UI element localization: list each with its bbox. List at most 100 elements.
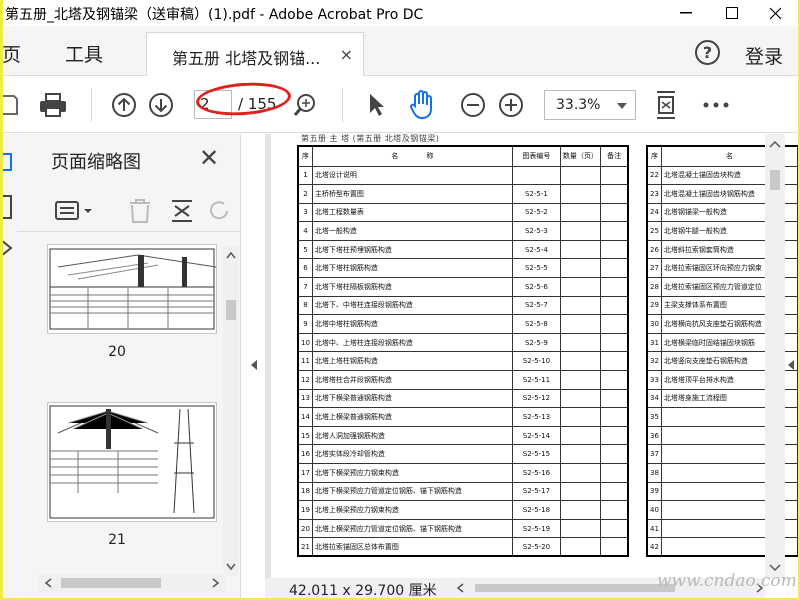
table-cell <box>599 518 629 539</box>
zoom-in-button[interactable] <box>496 90 526 120</box>
table-cell: 19 <box>297 500 313 520</box>
thumbnail-page-20[interactable] <box>47 244 217 334</box>
tab-document[interactable]: 第五册 北塔及钢锚... × <box>146 32 364 77</box>
save-button[interactable] <box>3 90 19 120</box>
table-row: 14 北塔上横梁普通钢筋构造 S2-5-13 <box>297 407 629 427</box>
expand-right-panel-arrow-icon[interactable] <box>788 360 794 370</box>
fit-page-icon <box>657 91 675 119</box>
table-cell: 41 <box>646 518 662 539</box>
title-bar: 第五册_北塔及钢锚梁（送审稿）(1).pdf - Adobe Acrobat P… <box>3 0 798 26</box>
zoom-tool-button[interactable] <box>290 90 320 120</box>
table-cell <box>559 500 601 520</box>
table-cell: 31 <box>646 332 662 353</box>
table-cell: 北塔人洞加强钢筋构造 <box>311 425 513 446</box>
close-window-button[interactable] <box>752 0 798 26</box>
pages-panel-icon[interactable] <box>3 134 17 274</box>
document-scrollbar[interactable] <box>765 134 785 578</box>
table-cell: 北塔工程数量表 <box>311 202 513 223</box>
more-tools-button[interactable] <box>701 90 731 120</box>
table-cell: S2-5-12 <box>511 388 561 409</box>
table-cell <box>599 202 629 223</box>
tab-tools[interactable]: 工具 <box>65 40 103 67</box>
table-cell: 8 <box>297 295 313 316</box>
hand-tool-button[interactable] <box>405 90 439 120</box>
maximize-button[interactable] <box>709 0 755 26</box>
scrollbar-thumb[interactable] <box>226 300 236 320</box>
table-cell: 30 <box>646 314 662 334</box>
table-row: 12 北塔塔柱合并段钢筋构造 S2-5-11 <box>297 370 629 390</box>
table-cell: S2-5-15 <box>511 444 561 464</box>
table-cell <box>559 537 601 557</box>
help-icon[interactable]: ? <box>695 40 720 65</box>
table-cell <box>559 295 601 316</box>
column-header: 备注 <box>599 145 629 167</box>
table-cell: 北塔设计说明 <box>311 165 513 186</box>
previous-page-button[interactable] <box>109 90 139 120</box>
table-cell: 26 <box>646 239 662 260</box>
tab-home[interactable]: 主页 <box>3 40 21 67</box>
table-cell: 42 <box>646 537 662 557</box>
table-cell: 20 <box>297 518 313 539</box>
chevron-down-icon <box>617 103 627 109</box>
table-cell: S2-5-18 <box>511 500 561 520</box>
fit-page-button[interactable] <box>651 90 681 120</box>
minimize-icon <box>680 12 692 14</box>
table-cell: 36 <box>646 425 662 446</box>
table-row: 15 北塔人洞加强钢筋构造 S2-5-14 <box>297 425 629 446</box>
collapse-panel-arrow-icon[interactable] <box>251 360 257 370</box>
table-cell: 北塔下塔柱隔板钢筋构造 <box>311 277 513 297</box>
table-header-row: 序 名 称 图表编号 数量（页） 备注 <box>297 145 629 167</box>
table-cell: S2-5-11 <box>511 370 561 390</box>
scrollbar-thumb[interactable] <box>770 170 780 190</box>
table-cell: 14 <box>297 407 313 427</box>
arrow-down-circle-icon <box>149 93 173 117</box>
next-page-button[interactable] <box>146 90 176 120</box>
table-row: 9 北塔中塔柱钢筋构造 S2-5-8 <box>297 314 629 334</box>
close-panel-icon[interactable]: ✕ <box>199 144 219 172</box>
table-cell <box>559 444 601 464</box>
column-header: 序 <box>646 145 662 167</box>
scrollbar-thumb[interactable] <box>61 578 161 588</box>
trash-icon[interactable] <box>127 198 153 224</box>
table-cell: S2-5-3 <box>511 221 561 241</box>
close-tab-icon[interactable]: × <box>340 45 353 64</box>
table-row: 1 北塔设计说明 <box>297 165 629 186</box>
table-cell: 37 <box>646 444 662 464</box>
login-button[interactable]: 登录 <box>745 42 783 69</box>
rotate-icon[interactable] <box>207 198 233 224</box>
table-cell: 17 <box>297 463 313 483</box>
zoom-out-button[interactable] <box>458 90 488 120</box>
table-cell: 21 <box>297 537 313 557</box>
table-cell: 23 <box>646 184 662 204</box>
table-cell: 北塔实体段冷却管构造 <box>311 444 513 464</box>
table-cell: 北塔下横梁预应力管道定位钢筋、锚下钢筋构造 <box>311 481 513 502</box>
table-cell <box>599 500 629 520</box>
table-cell: 北塔拉索锚固区总体布置图 <box>311 537 513 557</box>
table-row: 20 北塔上横梁预应力管道定位钢筋、锚下钢筋构造 S2-5-19 <box>297 518 629 539</box>
thumbnail-hscrollbar[interactable] <box>39 574 225 592</box>
table-cell <box>599 184 629 204</box>
thumbnail-toolbar <box>17 188 241 232</box>
minimize-button[interactable] <box>663 0 709 26</box>
maximize-icon <box>726 7 738 19</box>
table-row: 5 北塔下塔柱预埋钢筋构造 S2-5-4 <box>297 239 629 260</box>
thumbnail-scrollbar[interactable] <box>223 246 239 576</box>
print-button[interactable] <box>35 90 71 120</box>
panel-title: 页面缩略图 <box>51 152 141 173</box>
column-header: 序 <box>297 145 313 167</box>
table-cell: 北塔中塔柱钢筋构造 <box>311 314 513 334</box>
select-tool-button[interactable] <box>361 90 391 120</box>
table-cell: 北塔中、上塔柱连接段钢筋构造 <box>311 332 513 353</box>
zoom-level-select[interactable]: 33.3% <box>544 90 636 120</box>
table-cell: S2-5-9 <box>511 332 561 353</box>
table-cell <box>559 518 601 539</box>
table-cell <box>559 258 601 279</box>
extract-page-icon[interactable] <box>169 198 195 224</box>
table-cell: 22 <box>646 165 662 186</box>
table-cell <box>559 277 601 297</box>
scroll-arrows-icon <box>769 140 781 572</box>
table-cell: 11 <box>297 351 313 372</box>
thumbnail-options-icon[interactable] <box>55 200 95 222</box>
thumbnail-page-21[interactable] <box>47 402 217 522</box>
table-cell: 32 <box>646 351 662 372</box>
